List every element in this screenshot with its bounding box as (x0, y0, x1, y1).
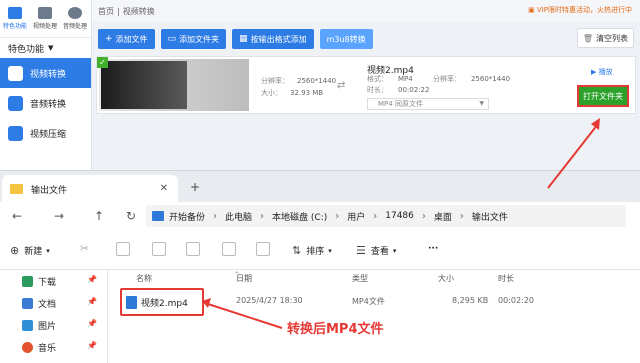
annotation-arrows (202, 118, 600, 329)
arrow-to-file (207, 303, 283, 329)
arrow-to-open-folder (547, 123, 599, 189)
arrowhead (202, 298, 211, 308)
